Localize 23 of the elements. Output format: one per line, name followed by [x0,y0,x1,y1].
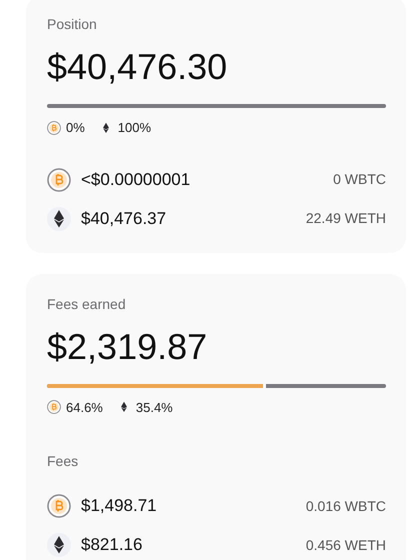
bitcoin-icon [47,168,71,192]
total-value: $40,476.30 [47,45,228,89]
token-amount: 0.456 WETH [306,536,386,554]
ethereum-icon [47,206,71,230]
total-value: $2,319.87 [47,324,208,368]
card-title: Position [47,15,98,33]
share-percent: 35.4% [136,398,173,416]
token-amount: 0 WBTC [333,170,386,189]
token-value: <$0.00000001 [81,168,190,191]
ethereum-icon [47,533,71,557]
card-title: Fees earned [47,294,127,312]
section-label: Fees [47,452,80,471]
token-amount: 0.016 WBTC [306,496,386,516]
bitcoin-icon [47,494,71,518]
token-value: $821.16 [81,534,142,556]
share-percent: 0% [66,119,85,137]
token-amount: 22.49 WETH [306,209,386,228]
token-value: $40,476.37 [81,208,166,230]
bitcoin-icon [47,120,61,135]
share-percent: 64.6% [66,398,103,416]
bitcoin-icon [47,400,61,414]
token-value: $1,498.71 [81,495,157,518]
share-percent: 100% [118,119,152,137]
